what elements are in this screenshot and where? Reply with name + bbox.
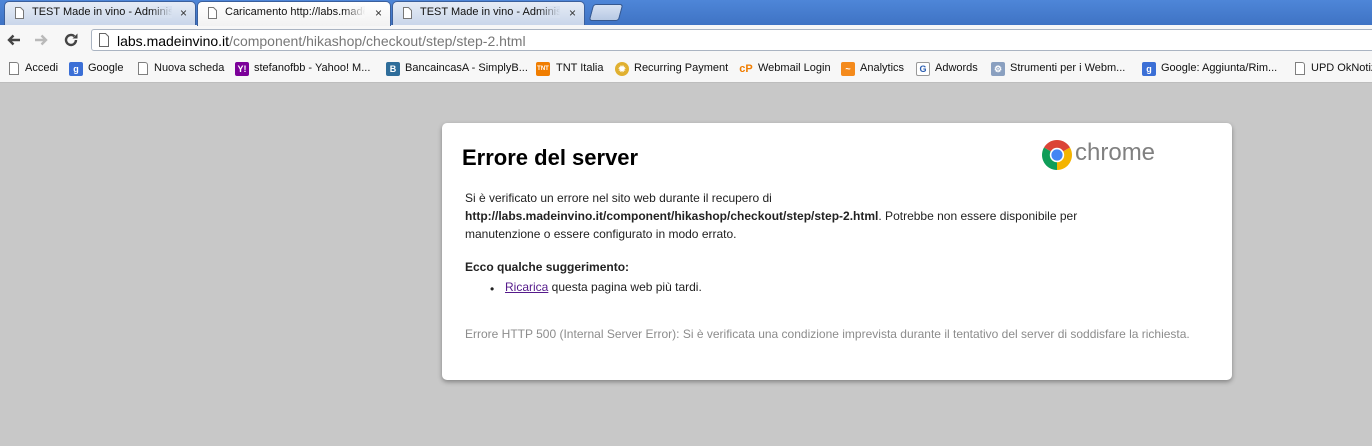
bookmark-label: Nuova scheda [154, 62, 225, 74]
bullet-marker: • [490, 282, 495, 296]
bookmark-label: UPD OkNotizie [1311, 62, 1372, 74]
new-tab-button[interactable] [588, 4, 624, 21]
error-details: Errore HTTP 500 (Internal Server Error):… [465, 327, 1190, 341]
google-icon: g [1142, 62, 1156, 76]
tnt-icon: TNT [536, 62, 550, 76]
bookmark-label: Google [88, 62, 124, 74]
close-icon[interactable]: × [375, 6, 382, 20]
bookmarks-bar: Accedi g Google Nuova scheda Y! stefanof… [0, 56, 1372, 83]
cpanel-icon: cP [739, 62, 753, 76]
tab-title: Caricamento http://labs.made [225, 6, 365, 18]
page-icon [99, 33, 109, 47]
bookmark-label: Strumenti per i Webm... [1010, 62, 1126, 74]
bookmark-label: Adwords [935, 62, 978, 74]
chrome-logo-icon [1042, 140, 1072, 170]
bookmark-label: Webmail Login [758, 62, 831, 74]
tab-loading[interactable]: Caricamento http://labs.made × [197, 1, 391, 26]
gear-icon: ✹ [615, 62, 629, 76]
reload-button[interactable] [62, 31, 80, 49]
tab-admin-2[interactable]: TEST Made in vino - Administ × [392, 1, 585, 25]
forward-button[interactable] [32, 31, 50, 49]
url-host: labs.madeinvino.it [117, 33, 230, 49]
suggestion-text: questa pagina web più tardi. [548, 280, 702, 294]
close-icon[interactable]: × [180, 6, 187, 20]
document-icon [403, 7, 412, 19]
bank-icon: B [386, 62, 400, 76]
analytics-icon: ~ [841, 62, 855, 76]
bookmark-label: stefanofbb - Yahoo! M... [254, 62, 371, 74]
error-line-3: manutenzione o essere configurato in mod… [465, 227, 737, 241]
bookmark-label: Google: Aggiunta/Rim... [1161, 62, 1278, 74]
error-title: Errore del server [462, 145, 639, 170]
webmaster-icon: ⚙ [991, 62, 1005, 76]
bookmark-label: Recurring Payment [634, 62, 729, 74]
error-line-2-suffix: . Potrebbe non essere disponibile per [878, 209, 1078, 223]
back-button[interactable] [5, 31, 23, 49]
error-line-1: Si è verificato un errore nel sito web d… [465, 191, 772, 205]
reload-link[interactable]: Ricarica [505, 280, 548, 294]
suggestions-heading: Ecco qualche suggerimento: [465, 260, 630, 274]
failed-url: http://labs.madeinvino.it/component/hika… [465, 209, 879, 223]
url-text: labs.madeinvino.it/component/hikashop/ch… [117, 33, 526, 49]
document-icon [9, 62, 19, 75]
error-card: Errore del server chrome Si è verificato… [442, 123, 1232, 380]
bookmark-label: TNT Italia [556, 62, 604, 74]
document-icon [15, 7, 24, 19]
close-icon[interactable]: × [569, 6, 576, 20]
yahoo-icon: Y! [235, 62, 249, 76]
bookmark-label: BancaincasA - SimplyB... [405, 62, 528, 74]
tab-strip: TEST Made in vino - Administ × Caricamen… [0, 0, 1372, 26]
document-icon [1295, 62, 1305, 75]
tab-title: TEST Made in vino - Administ [420, 6, 560, 18]
google-icon: g [69, 62, 83, 76]
document-icon [138, 62, 148, 75]
bookmark-label: Analytics [860, 62, 905, 74]
error-line-2: http://labs.madeinvino.it/component/hika… [465, 207, 1077, 225]
tab-admin-1[interactable]: TEST Made in vino - Administ × [4, 1, 196, 25]
adwords-icon: G [916, 62, 930, 76]
suggestion-item: Ricarica questa pagina web più tardi. [505, 278, 702, 296]
url-path: /component/hikashop/checkout/step/step-2… [229, 33, 526, 49]
bookmark-label: Accedi [25, 62, 59, 74]
tab-title: TEST Made in vino - Administ [32, 6, 172, 18]
address-bar[interactable]: labs.madeinvino.it/component/hikashop/ch… [91, 29, 1372, 51]
chrome-wordmark: chrome [1075, 139, 1156, 166]
toolbar: labs.madeinvino.it/component/hikashop/ch… [0, 25, 1372, 57]
document-icon [208, 7, 217, 19]
